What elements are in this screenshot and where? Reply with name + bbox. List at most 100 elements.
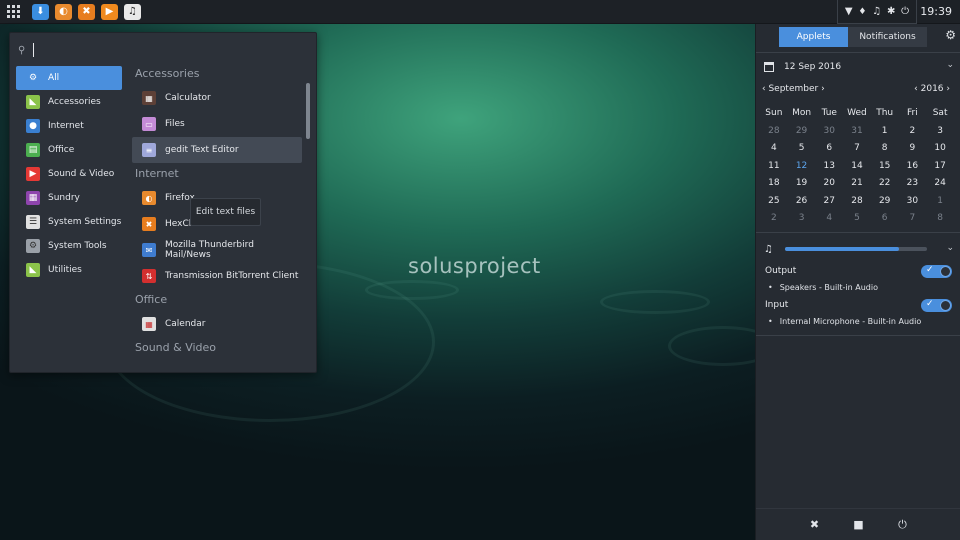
calendar-day[interactable]: 5	[843, 210, 871, 228]
media-player-icon[interactable]: ▶	[101, 3, 118, 20]
raven-tabs: Applets Notifications	[779, 27, 927, 47]
calendar-day[interactable]: 3	[788, 210, 816, 228]
month-selector[interactable]: ‹ September ›	[762, 84, 825, 94]
calendar-day[interactable]: 16	[899, 157, 927, 175]
calendar-day[interactable]: 2	[760, 210, 788, 228]
calendar-day[interactable]: 4	[760, 140, 788, 158]
input-device[interactable]: Internal Microphone - Built-in Audio	[768, 317, 922, 326]
calendar-day[interactable]: 23	[899, 175, 927, 193]
category-sundry[interactable]: ▦ Sundry	[16, 186, 122, 210]
calendar-grid: Sun Mon Tue Wed Thu Fri Sat 28 29 30 31 1 2 3 4 5 6 7 8 9 10…	[760, 104, 954, 227]
calendar-day[interactable]: 19	[788, 175, 816, 193]
calendar-header[interactable]: 12 Sep 2016 ⌄	[764, 60, 954, 74]
calendar-day[interactable]: 10	[926, 140, 954, 158]
input-toggle[interactable]: ✓	[921, 299, 952, 312]
app-menu-button[interactable]	[0, 0, 26, 24]
calendar-day[interactable]: 30	[815, 122, 843, 140]
calendar-day[interactable]: 13	[815, 157, 843, 175]
calendar-day[interactable]: 25	[760, 192, 788, 210]
calendar-day[interactable]: 21	[843, 175, 871, 193]
category-accessories[interactable]: ◣ Accessories	[16, 90, 122, 114]
music-icon[interactable]: ♫	[124, 3, 141, 20]
section-heading: Internet	[135, 167, 179, 180]
app-tooltip: Edit text files	[190, 198, 261, 226]
output-device[interactable]: Speakers - Built-in Audio	[768, 283, 878, 292]
calendar-day[interactable]: 1	[871, 122, 899, 140]
menu-search[interactable]: ⚲	[18, 41, 310, 59]
bluetooth-icon[interactable]: ✱	[887, 6, 895, 17]
calendar-day[interactable]: 28	[843, 192, 871, 210]
chevron-down-icon[interactable]: ⌄	[946, 243, 954, 253]
notification-bell-icon[interactable]: ♦	[858, 7, 866, 17]
calendar-day[interactable]: 20	[815, 175, 843, 193]
calendar-day[interactable]: 24	[926, 175, 954, 193]
power-icon[interactable]: ⏻	[901, 6, 909, 17]
month-label: September	[768, 84, 819, 94]
calendar-day[interactable]: 28	[760, 122, 788, 140]
category-utilities[interactable]: ◣ Utilities	[16, 258, 122, 282]
utilities-icon: ◣	[26, 263, 40, 277]
search-input[interactable]	[33, 43, 35, 57]
app-item[interactable]: ≡ gedit Text Editor	[132, 137, 302, 163]
calendar-day[interactable]: 7	[899, 210, 927, 228]
power-icon[interactable]: ⏻	[897, 518, 909, 532]
panel-clock[interactable]: 19:39	[920, 5, 952, 18]
calendar-day[interactable]: 8	[926, 210, 954, 228]
calendar-day[interactable]: 31	[843, 122, 871, 140]
app-item[interactable]: ⇅ Transmission BitTorrent Client	[132, 263, 302, 289]
category-system-settings[interactable]: ☰ System Settings	[16, 210, 122, 234]
calendar-day[interactable]: 11	[760, 157, 788, 175]
settings-tools-icon[interactable]: ✖	[809, 518, 821, 531]
app-item[interactable]: ▭ Files	[132, 111, 302, 137]
output-toggle[interactable]: ✓	[921, 265, 952, 278]
lock-icon[interactable]: ■	[853, 518, 865, 531]
app-list-scrollbar[interactable]	[306, 83, 310, 139]
calendar-day[interactable]: 29	[871, 192, 899, 210]
app-item[interactable]: ✉ Mozilla Thunderbird Mail/News	[132, 237, 302, 263]
download-icon[interactable]: ⬇	[32, 3, 49, 20]
volume-icon[interactable]: ♫	[872, 6, 881, 17]
calendar-day[interactable]: 5	[788, 140, 816, 158]
category-label: System Settings	[48, 217, 122, 227]
calendar-day[interactable]: 30	[899, 192, 927, 210]
calendar-day[interactable]: 26	[788, 192, 816, 210]
firefox-icon[interactable]: ◐	[55, 3, 72, 20]
calendar-day[interactable]: 2	[899, 122, 927, 140]
category-all[interactable]: ⚙ All	[16, 66, 122, 90]
input-label: Input	[765, 300, 789, 310]
calendar-day[interactable]: 27	[815, 192, 843, 210]
calendar-day[interactable]: 6	[871, 210, 899, 228]
gear-icon: ⚙	[26, 71, 40, 85]
calendar-day[interactable]: 4	[815, 210, 843, 228]
category-sound-video[interactable]: ▶ Sound & Video	[16, 162, 122, 186]
app-item[interactable]: ▦ Calendar	[132, 311, 302, 337]
wifi-icon[interactable]: ▼	[845, 6, 853, 17]
year-selector[interactable]: ‹ 2016 ›	[914, 84, 950, 94]
calendar-day[interactable]: 8	[871, 140, 899, 158]
calendar-day[interactable]: 17	[926, 157, 954, 175]
calendar-day[interactable]: 14	[843, 157, 871, 175]
calendar-day[interactable]: 12	[788, 157, 816, 175]
calendar-day[interactable]: 3	[926, 122, 954, 140]
tab-applets[interactable]: Applets	[779, 27, 848, 47]
calendar-day[interactable]: 7	[843, 140, 871, 158]
app-item[interactable]: ▦ Calculator	[132, 85, 302, 111]
calendar-day[interactable]: 29	[788, 122, 816, 140]
tab-notifications[interactable]: Notifications	[848, 27, 927, 47]
calendar-day[interactable]: 1	[926, 192, 954, 210]
raven-settings-gear-icon[interactable]: ⚙	[945, 28, 956, 42]
hexchat-icon[interactable]: ✖	[78, 3, 95, 20]
calendar-day[interactable]: 6	[815, 140, 843, 158]
calendar-day[interactable]: 9	[899, 140, 927, 158]
category-internet[interactable]: ● Internet	[16, 114, 122, 138]
category-label: Accessories	[48, 97, 101, 107]
calendar-day[interactable]: 15	[871, 157, 899, 175]
category-office[interactable]: ▤ Office	[16, 138, 122, 162]
category-system-tools[interactable]: ⚙ System Tools	[16, 234, 122, 258]
system-tray[interactable]: ▼ ♦ ♫ ✱ ⏻	[837, 0, 917, 24]
search-icon: ⚲	[18, 44, 26, 56]
calendar-day[interactable]: 22	[871, 175, 899, 193]
chevron-down-icon[interactable]: ⌄	[946, 60, 954, 70]
volume-slider[interactable]	[784, 247, 927, 251]
calendar-day[interactable]: 18	[760, 175, 788, 193]
